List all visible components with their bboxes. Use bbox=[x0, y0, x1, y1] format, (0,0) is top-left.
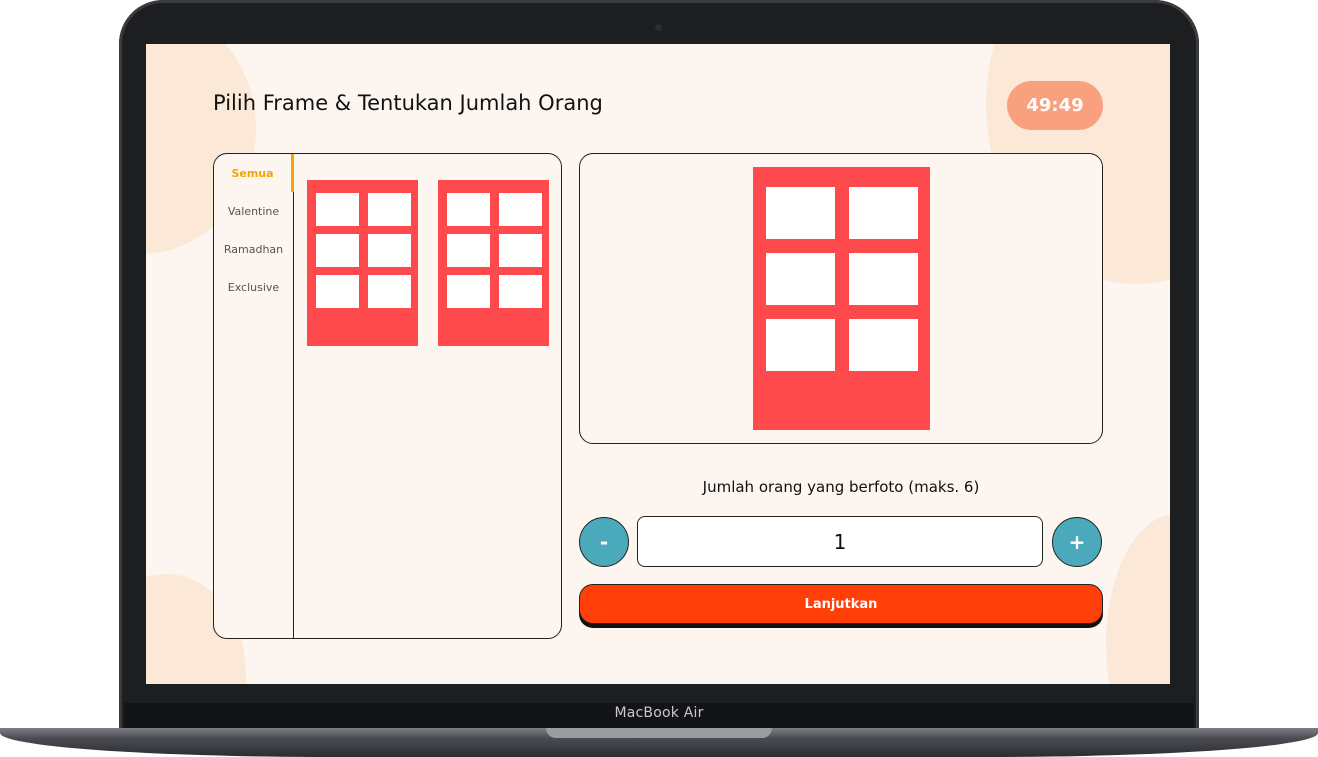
category-ramadhan[interactable]: Ramadhan bbox=[214, 230, 293, 268]
photo-slot bbox=[499, 234, 542, 267]
page-title: Pilih Frame & Tentukan Jumlah Orang bbox=[213, 91, 603, 115]
camera-icon bbox=[655, 24, 662, 31]
photo-slot bbox=[368, 234, 411, 267]
category-valentine[interactable]: Valentine bbox=[214, 192, 293, 230]
category-list: Semua Valentine Ramadhan Exclusive bbox=[214, 154, 294, 638]
people-count-label: Jumlah orang yang berfoto (maks. 6) bbox=[702, 478, 980, 496]
frame-preview bbox=[579, 153, 1103, 444]
photo-slot bbox=[368, 193, 411, 226]
app-screen: Pilih Frame & Tentukan Jumlah Orang 49:4… bbox=[146, 44, 1170, 684]
frame-thumbnail[interactable] bbox=[438, 180, 549, 346]
photo-slot bbox=[316, 193, 359, 226]
continue-button[interactable]: Lanjutkan bbox=[579, 584, 1103, 624]
category-semua[interactable]: Semua bbox=[214, 154, 294, 192]
countdown-timer: 49:49 bbox=[1007, 81, 1103, 130]
photo-slot bbox=[368, 275, 411, 308]
photo-slot bbox=[499, 193, 542, 226]
photo-slot bbox=[447, 234, 490, 267]
photo-slot bbox=[766, 253, 835, 305]
selected-frame bbox=[753, 167, 930, 430]
photo-slot bbox=[499, 275, 542, 308]
device-brand-label: MacBook Air bbox=[614, 705, 704, 721]
photo-slot bbox=[447, 275, 490, 308]
frame-thumbnail[interactable] bbox=[307, 180, 418, 346]
photo-slot bbox=[849, 253, 918, 305]
photo-slot bbox=[849, 319, 918, 371]
category-exclusive[interactable]: Exclusive bbox=[214, 268, 293, 306]
photo-slot bbox=[849, 187, 918, 239]
photo-slot bbox=[447, 193, 490, 226]
frame-picker-panel: Semua Valentine Ramadhan Exclusive bbox=[213, 153, 562, 639]
photo-slot bbox=[766, 187, 835, 239]
photo-slot bbox=[316, 234, 359, 267]
photo-slot bbox=[316, 275, 359, 308]
laptop-hinge-notch bbox=[546, 728, 772, 738]
decrement-button[interactable]: - bbox=[579, 517, 629, 567]
photo-slot bbox=[766, 319, 835, 371]
increment-button[interactable]: + bbox=[1052, 517, 1102, 567]
people-count-field[interactable]: 1 bbox=[637, 516, 1043, 567]
background-blob bbox=[1106, 514, 1170, 684]
